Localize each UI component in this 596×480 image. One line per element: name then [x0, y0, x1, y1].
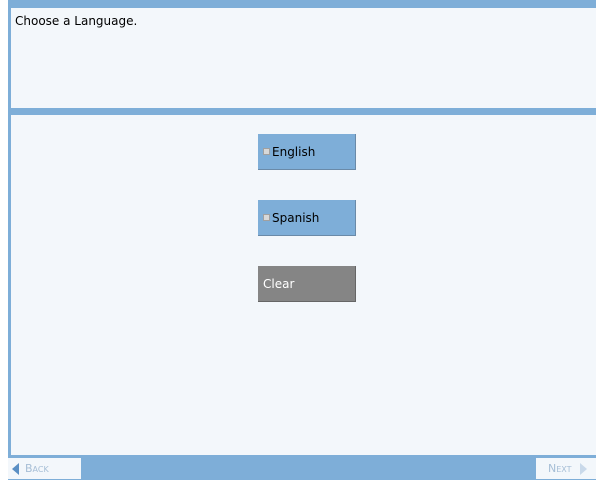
chevron-left-icon: [12, 462, 19, 475]
english-option-label: English: [272, 144, 316, 159]
navigation-bar: Back Next: [8, 455, 596, 480]
english-option-button[interactable]: English: [258, 134, 356, 170]
spanish-option-label: Spanish: [272, 210, 320, 225]
page-title: Choose a Language.: [15, 14, 138, 28]
app-frame: Choose a Language. English Spanish Clear…: [8, 0, 596, 480]
back-button-label: Back: [25, 462, 49, 475]
prompt-panel: Choose a Language.: [11, 8, 596, 108]
clear-button-label: Clear: [263, 276, 295, 291]
next-button[interactable]: Next: [536, 458, 596, 479]
checkbox-icon[interactable]: [263, 214, 270, 221]
back-button[interactable]: Back: [8, 458, 81, 479]
chevron-right-icon: [579, 462, 587, 475]
checkbox-icon[interactable]: [263, 148, 270, 155]
next-button-label: Next: [548, 462, 572, 475]
clear-button[interactable]: Clear: [258, 266, 356, 302]
spanish-option-button[interactable]: Spanish: [258, 200, 356, 236]
choices-panel: English Spanish Clear: [11, 115, 596, 455]
